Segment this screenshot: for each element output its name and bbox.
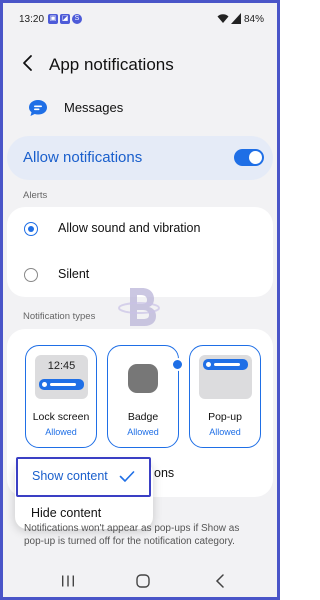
tile-status: Allowed [209,427,241,437]
tile-status: Allowed [45,427,77,437]
wifi-icon [217,14,229,23]
dropdown-option-show-content[interactable]: Show content [16,457,151,497]
gallery-icon: ▣ [48,14,58,24]
page-title: App notifications [49,55,174,74]
option-label: Show content [32,469,108,483]
badge-dot [171,358,184,371]
toggle-knob [249,151,262,164]
allow-notifications-toggle[interactable] [234,149,264,166]
navigation-bar [3,567,277,597]
tile-pop-up[interactable]: Pop-up Allowed [189,345,261,448]
alerts-section-label: Alerts [23,190,48,201]
tile-title: Pop-up [208,411,242,423]
tile-badge[interactable]: Badge Allowed [107,345,184,448]
home-icon[interactable] [136,574,150,588]
status-time: 13:20 [19,14,45,25]
pop-up-preview [199,355,252,399]
back-arrow-icon[interactable] [21,53,35,73]
messages-icon [29,100,47,116]
radio-label: Allow sound and vibration [58,221,201,235]
status-bar: 13:20 ▣ ◪ S 84% [3,3,277,33]
watermark-logo [118,288,160,326]
samsung-icon: S [72,14,82,24]
footnote-text: Notifications won't appear as pop-ups if… [24,523,240,547]
option-label: Hide content [31,506,102,520]
tile-lock-screen[interactable]: 12:45 Lock screen Allowed [25,345,97,448]
signal-icon [231,13,241,24]
app-badge-icon [128,358,184,393]
app-name: Messages [64,100,124,115]
header: App notifications [3,47,277,81]
radio-option-sound-vibration[interactable]: Allow sound and vibration [7,207,273,251]
content-row-label-partial: ons [154,466,175,480]
content-dropdown-menu: Show content Hide content [15,457,153,529]
radio-button[interactable] [24,268,38,282]
preview-time: 12:45 [47,360,76,372]
notification-bar [203,359,248,370]
phone-screen: 13:20 ▣ ◪ S 84% App notifications Messag… [0,0,280,600]
radio-button-selected[interactable] [24,222,38,236]
notification-bar [39,379,84,390]
tile-title: Lock screen [32,411,90,423]
allow-notifications-row[interactable]: Allow notifications [7,136,273,180]
recents-icon[interactable] [61,575,75,587]
back-nav-icon[interactable] [215,574,225,588]
battery-level: 84% [244,14,265,25]
photo-icon: ◪ [60,14,70,24]
tile-title: Badge [127,411,159,423]
checkmark-icon [119,471,135,482]
lock-screen-preview: 12:45 [35,355,88,399]
radio-label: Silent [58,267,90,281]
tile-status: Allowed [127,427,159,437]
notification-types-section-label: Notification types [23,311,96,322]
allow-notifications-label: Allow notifications [23,149,143,166]
